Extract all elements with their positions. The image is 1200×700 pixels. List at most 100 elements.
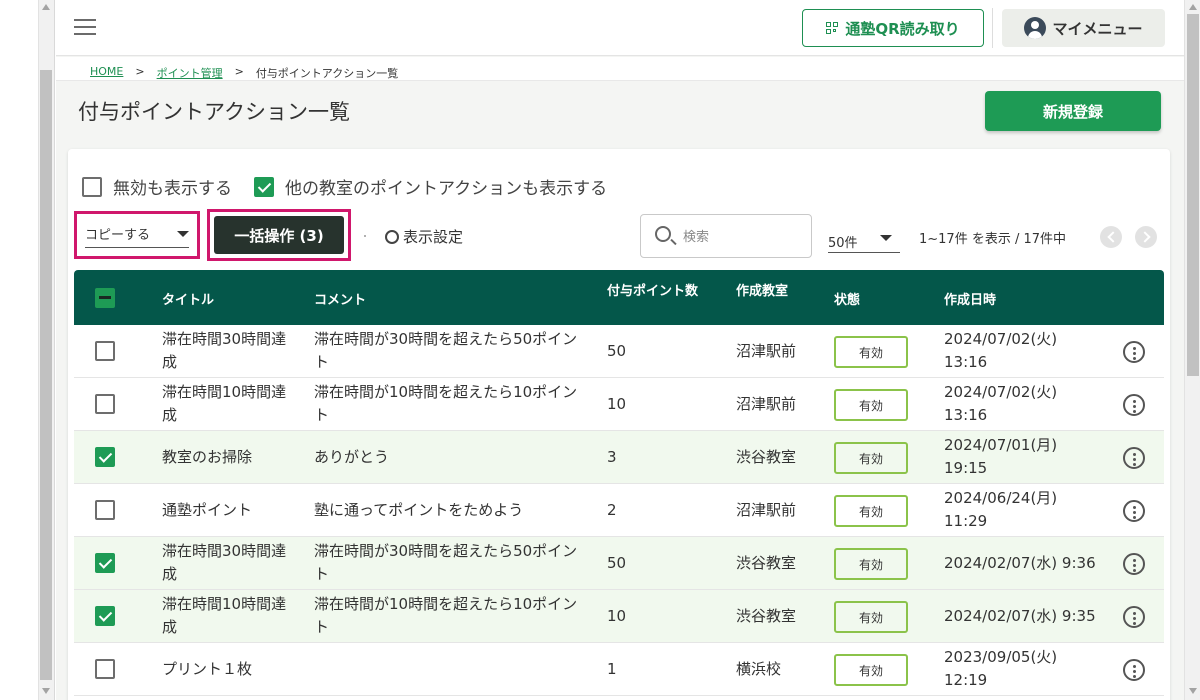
search-box[interactable] — [640, 214, 812, 258]
more-options-icon[interactable] — [1123, 500, 1145, 522]
bulk-action-button[interactable]: 一括操作 (3) — [214, 216, 344, 254]
more-options-icon[interactable] — [1123, 553, 1145, 575]
row-checkbox[interactable] — [95, 500, 115, 520]
row-checkbox[interactable] — [95, 659, 115, 679]
row-checkbox[interactable] — [95, 394, 115, 414]
row-created: 2024/07/01(月) 19:15 — [944, 436, 1058, 477]
row-title: 教室のお掃除 — [162, 448, 253, 466]
breadcrumb-home-link[interactable]: HOME — [90, 65, 123, 81]
table-row[interactable]: 滞在時間30時間達成 滞在時間が30時間を超えたら50ポイント 50 沼津駅前 有効 20… — [74, 325, 1164, 378]
row-comment: ありがとう — [314, 448, 390, 466]
more-options-icon[interactable] — [1123, 341, 1145, 363]
row-room: 横浜校 — [736, 660, 782, 678]
qr-scan-button[interactable]: 通塾QR読み取り — [802, 9, 984, 47]
right-scrollbar[interactable] — [1184, 0, 1200, 700]
bulk-action-highlight: 一括操作 (3) — [207, 209, 351, 261]
next-page-icon[interactable] — [1135, 226, 1157, 248]
filter-row: 無効も表示する 他の教室のポイントアクションも表示する — [82, 174, 629, 199]
row-comment: 塾に通ってポイントをためよう — [314, 501, 524, 519]
row-points: 50 — [607, 342, 627, 360]
header-created[interactable]: 作成日時 — [944, 289, 996, 308]
header-comment[interactable]: コメント — [314, 289, 366, 308]
row-created: 2023/09/05(火) 12:19 — [944, 648, 1058, 689]
header-divider — [992, 8, 993, 48]
scroll-up-arrow-icon[interactable] — [1189, 4, 1197, 10]
row-checkbox[interactable] — [95, 447, 115, 467]
row-room: 渋谷教室 — [736, 607, 797, 625]
status-badge: 有効 — [834, 442, 908, 474]
row-title: 通塾ポイント — [162, 501, 253, 519]
qr-scan-label: 通塾QR読み取り — [845, 19, 960, 38]
table-row[interactable]: 滞在時間30時間達成 滞在時間が30時間を超えたら50ポイント 50 渋谷教室 有効 20… — [74, 537, 1164, 590]
show-other-rooms-label[interactable]: 他の教室のポイントアクションも表示する — [285, 174, 607, 199]
page-title: 付与ポイントアクション一覧 — [78, 100, 350, 124]
show-disabled-label[interactable]: 無効も表示する — [113, 174, 232, 199]
row-comment: 滞在時間が30時間を超えたら50ポイント — [314, 330, 578, 371]
caret-down-icon — [880, 235, 892, 241]
row-room: 渋谷教室 — [736, 554, 797, 572]
status-badge: 有効 — [834, 336, 908, 368]
row-checkbox[interactable] — [95, 606, 115, 626]
row-created: 2024/02/07(水) 9:36 — [944, 554, 1096, 572]
copy-select-highlight: コピーする — [74, 211, 200, 259]
header-points[interactable]: 付与ポイント数 — [607, 280, 698, 299]
prev-page-icon[interactable] — [1100, 226, 1122, 248]
header-title[interactable]: タイトル — [162, 289, 214, 308]
breadcrumb-separator: > — [135, 65, 145, 78]
header-status[interactable]: 状態 — [834, 289, 860, 308]
display-settings-label: 表示設定 — [403, 228, 464, 246]
scroll-down-arrow-icon[interactable] — [1189, 688, 1197, 694]
row-title: 滞在時間30時間達成 — [162, 542, 287, 583]
left-scrollbar-thumb[interactable] — [40, 70, 52, 680]
more-options-icon[interactable] — [1123, 394, 1145, 416]
more-options-icon[interactable] — [1123, 606, 1145, 628]
row-title: 滞在時間10時間達成 — [162, 595, 287, 636]
select-all-checkbox[interactable] — [95, 288, 115, 308]
row-title: 滞在時間10時間達成 — [162, 383, 287, 424]
row-points: 2 — [607, 501, 617, 519]
more-options-icon[interactable] — [1123, 447, 1145, 469]
new-register-button[interactable]: 新規登録 — [985, 91, 1161, 131]
row-checkbox[interactable] — [95, 341, 115, 361]
row-title: 滞在時間30時間達成 — [162, 330, 287, 371]
top-bar: 通塾QR読み取り マイメニュー — [56, 0, 1184, 56]
row-created: 2024/07/02(火) 13:16 — [944, 383, 1058, 424]
table-row[interactable]: 滞在時間10時間達成 滞在時間が10時間を超えたら10ポイント 10 沼津駅前 有効 20… — [74, 378, 1164, 431]
table-row[interactable]: 滞在時間10時間達成 滞在時間が10時間を超えたら10ポイント 10 渋谷教室 有効 20… — [74, 590, 1164, 643]
row-created: 2024/07/02(火) 13:16 — [944, 330, 1058, 371]
breadcrumb-current: 付与ポイントアクション一覧 — [255, 67, 399, 80]
right-scrollbar-thumb[interactable] — [1187, 14, 1199, 376]
scroll-up-arrow-icon[interactable] — [42, 4, 50, 10]
pagination-range: 1~17件 を表示 / 17件中 — [919, 232, 1067, 247]
more-options-icon[interactable] — [1123, 659, 1145, 681]
show-disabled-checkbox[interactable] — [82, 176, 102, 197]
header-room[interactable]: 作成教室 — [736, 280, 788, 299]
main-area: 通塾QR読み取り マイメニュー HOME > ポイント管理 > 付与ポイントアク… — [56, 0, 1184, 700]
scroll-down-arrow-icon[interactable] — [42, 688, 50, 694]
left-scrollbar[interactable] — [0, 0, 55, 700]
table-header: タイトル コメント 付与ポイント数 作成教室 状態 作成日時 — [74, 270, 1164, 325]
table-row[interactable]: 教室のお掃除 ありがとう 3 渋谷教室 有効 2024/07/01(月) 19:15 — [74, 431, 1164, 484]
row-points: 3 — [607, 448, 617, 466]
table-row[interactable]: プリント１枚 1 横浜校 有効 2023/09/05(火) 12:19 — [74, 643, 1164, 696]
row-room: 沼津駅前 — [736, 342, 797, 360]
table-row[interactable]: 通塾ポイント 塾に通ってポイントをためよう 2 沼津駅前 有効 2024/06/24(月)… — [74, 484, 1164, 537]
breadcrumb: HOME > ポイント管理 > 付与ポイントアクション一覧 — [90, 65, 398, 81]
breadcrumb-points-link[interactable]: ポイント管理 — [157, 65, 223, 81]
caret-down-icon — [177, 231, 189, 237]
hamburger-menu-icon[interactable] — [74, 19, 96, 37]
search-input[interactable] — [683, 228, 803, 246]
row-points: 10 — [607, 607, 627, 625]
row-title: プリント１枚 — [162, 660, 253, 678]
row-points: 10 — [607, 395, 627, 413]
show-other-rooms-checkbox[interactable] — [254, 176, 274, 197]
row-checkbox[interactable] — [95, 553, 115, 573]
my-menu-button[interactable]: マイメニュー — [1002, 9, 1165, 47]
per-page-select[interactable]: 50件 — [828, 227, 900, 253]
per-page-value: 50件 — [828, 236, 858, 251]
table-body: 滞在時間30時間達成 滞在時間が30時間を超えたら50ポイント 50 沼津駅前 有効 20… — [74, 325, 1164, 696]
display-settings-button[interactable]: 表示設定 — [385, 226, 463, 247]
status-badge: 有効 — [834, 601, 908, 633]
copy-select-dropdown[interactable]: コピーする — [85, 220, 189, 248]
row-created: 2024/02/07(水) 9:35 — [944, 607, 1096, 625]
